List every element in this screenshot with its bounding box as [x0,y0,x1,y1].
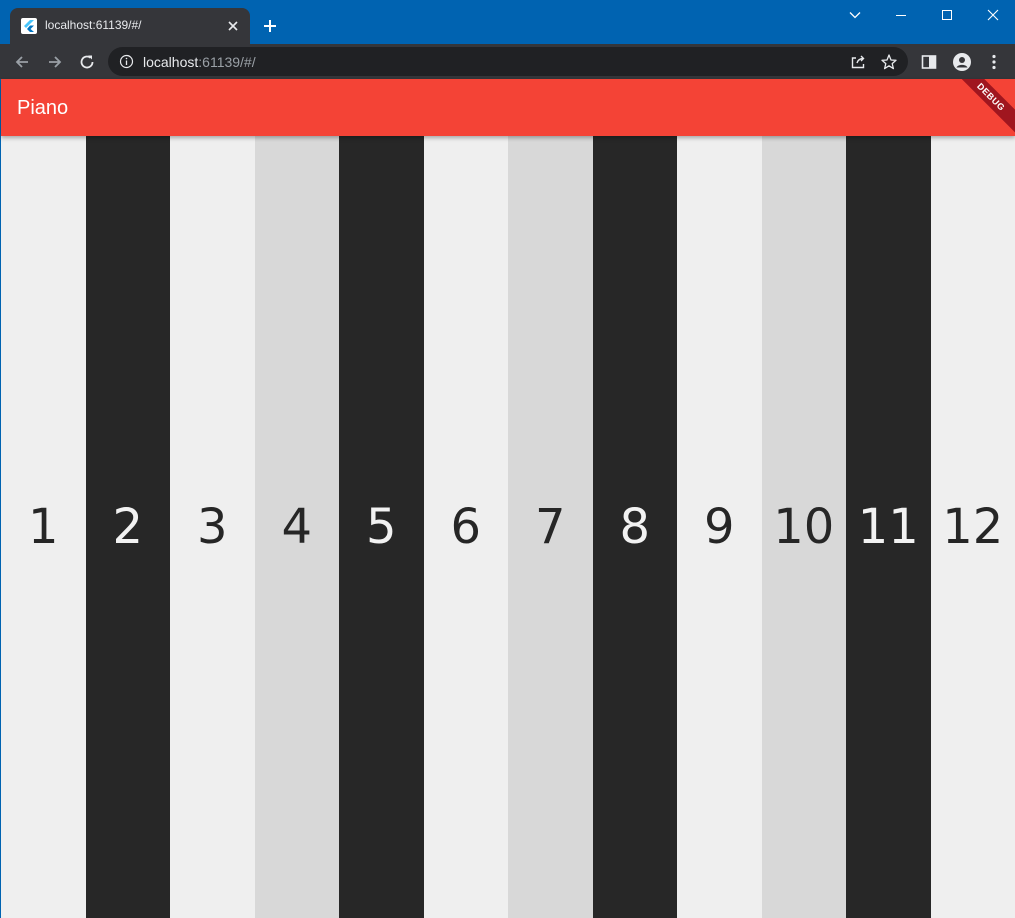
url-path: :61139/#/ [198,54,256,70]
piano-keys: 1 2 3 4 5 6 7 8 9 10 11 12 [1,136,1015,918]
debug-banner: DEBUG [949,79,1015,136]
piano-key-label: 11 [857,499,919,555]
piano-key[interactable]: 3 [170,136,255,918]
piano-key[interactable]: 8 [592,136,677,918]
piano-key-label: 5 [365,499,397,555]
bookmark-star-icon[interactable] [879,52,899,72]
piano-key-label: 2 [112,499,144,555]
piano-key[interactable]: 11 [846,136,931,918]
new-tab-icon[interactable] [258,14,282,38]
piano-key[interactable]: 4 [254,136,339,918]
piano-key-label: 4 [281,499,313,555]
close-window-icon[interactable] [970,0,1015,32]
tab-close-icon[interactable] [224,17,242,35]
piano-key-label: 3 [196,499,228,555]
side-panel-icon[interactable] [915,48,943,76]
maximize-icon[interactable] [924,0,970,32]
profile-avatar-icon[interactable] [948,48,976,76]
url-text[interactable]: localhost:61139/#/ [143,54,256,70]
url-host: localhost [143,54,199,70]
piano-key[interactable]: 10 [761,136,846,918]
piano-key-label: 6 [450,499,482,555]
site-info-icon[interactable] [119,54,134,69]
piano-key-label: 10 [773,499,835,555]
app-title: Piano [17,97,69,119]
back-arrow-icon[interactable] [8,48,36,76]
share-icon[interactable] [848,52,868,72]
browser-window: localhost:61139/#/ localhost:61139/#/ Pi… [0,0,1015,918]
forward-arrow-icon[interactable] [41,48,69,76]
tab-title: localhost:61139/#/ [45,18,142,32]
piano-key[interactable]: 9 [677,136,762,918]
piano-key-label: 8 [619,499,651,555]
address-bar[interactable]: localhost:61139/#/ [108,47,908,76]
tab-strip: localhost:61139/#/ [0,0,1015,44]
flutter-favicon-icon [21,18,37,34]
piano-key[interactable]: 6 [423,136,508,918]
kebab-menu-icon[interactable] [980,48,1008,76]
piano-key-label: 7 [534,499,566,555]
piano-key[interactable]: 5 [339,136,424,918]
piano-key-label: 9 [703,499,735,555]
browser-toolbar: localhost:61139/#/ [0,44,1015,79]
piano-key[interactable]: 1 [1,136,86,918]
tab-search-chevron-icon[interactable] [832,0,878,32]
piano-key-label: 1 [27,499,59,555]
app-bar: Piano DEBUG [1,79,1015,136]
browser-tab[interactable]: localhost:61139/#/ [10,8,250,44]
reload-icon[interactable] [73,48,101,76]
minimize-icon[interactable] [878,0,924,32]
piano-key[interactable]: 12 [930,136,1015,918]
piano-key[interactable]: 7 [508,136,593,918]
piano-key[interactable]: 2 [85,136,170,918]
piano-key-label: 12 [942,499,1004,555]
